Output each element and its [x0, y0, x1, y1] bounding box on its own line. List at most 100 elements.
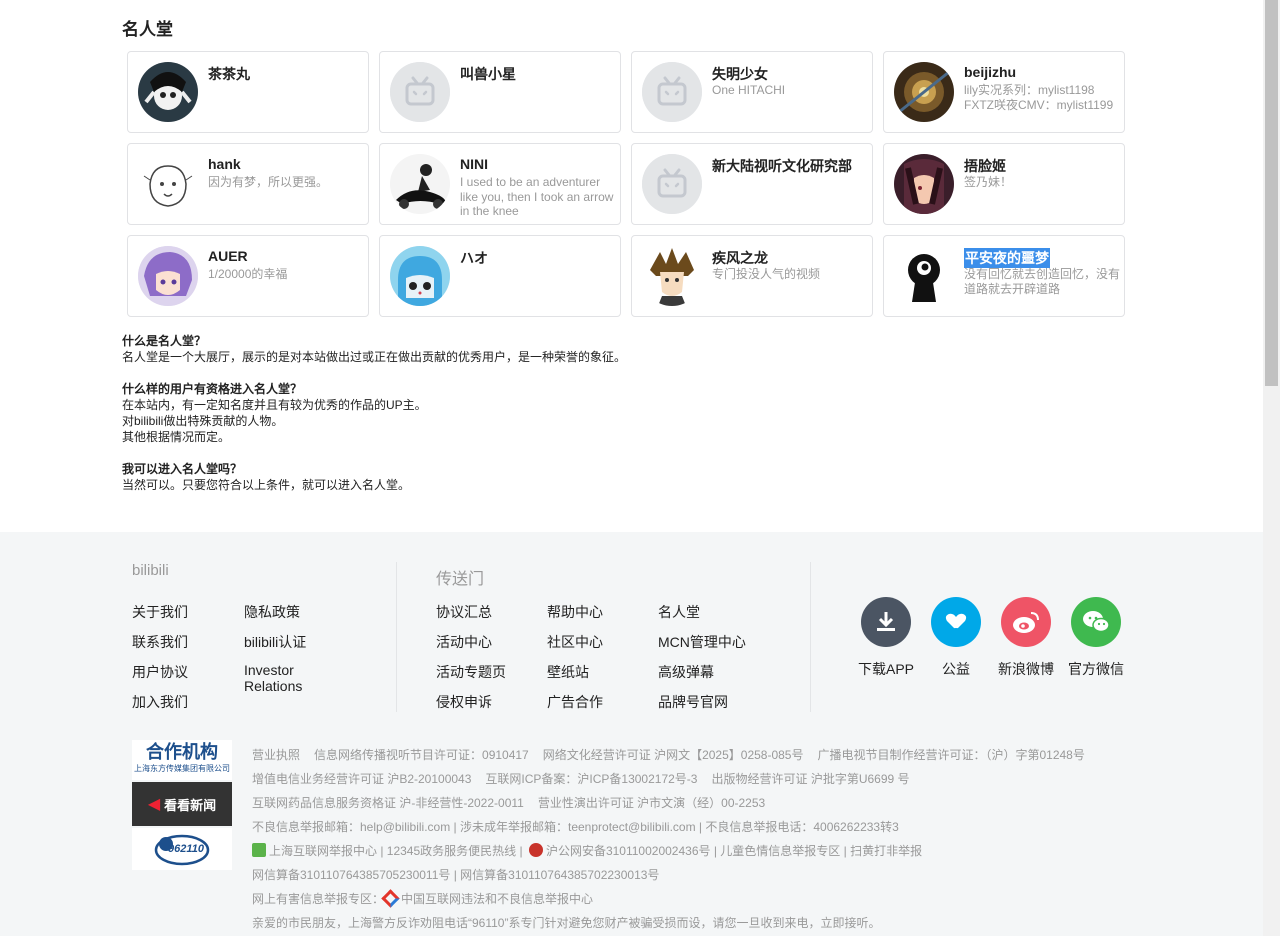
member-name[interactable]: hank — [208, 156, 241, 172]
footer-link-investor[interactable]: Investor Relations — [244, 662, 324, 694]
member-name[interactable]: NINI — [460, 156, 488, 172]
faq-item: 我可以进入名人堂吗？ 当然可以。只要您符合以上条件，就可以进入名人堂。 — [122, 461, 626, 493]
avatar[interactable] — [390, 154, 450, 214]
license-row: 不良信息举报邮箱：help@bilibili.com | 涉未成年举报邮箱：te… — [252, 818, 899, 835]
footer-link-agreement[interactable]: 用户协议 — [132, 664, 188, 680]
member-name[interactable]: 失明少女 — [712, 64, 768, 84]
page-title: 名人堂 — [122, 20, 173, 39]
footer-link[interactable]: 社区中心 — [547, 634, 603, 650]
license-item: 网络文化经营许可证 沪网文【2025】0258-085号 — [542, 748, 804, 762]
member-name[interactable]: 新大陆视听文化研究部 — [712, 156, 852, 176]
member-desc: lily实况系列：mylist1198 FXTZ咲夜CMV：mylist1199 — [964, 83, 1114, 112]
avatar[interactable] — [894, 246, 954, 306]
license-business[interactable]: 营业执照 — [252, 748, 300, 762]
member-name[interactable]: 茶茶丸 — [208, 64, 250, 84]
member-name[interactable]: AUER — [208, 248, 248, 264]
faq-answer: 当然可以。只要您符合以上条件，就可以进入名人堂。 — [122, 478, 411, 492]
avatar[interactable] — [138, 62, 198, 122]
member-desc: 因为有梦，所以更强。 — [208, 175, 329, 189]
footer-link[interactable]: 壁纸站 — [547, 664, 589, 680]
member-name[interactable]: 捂脸姬 — [964, 156, 1006, 176]
police-emblem-icon — [528, 843, 543, 857]
page-scrollbar[interactable] — [1263, 0, 1280, 936]
faq-answer: 在本站内，有一定知名度并且有较为优秀的作品的UP主。 — [122, 398, 427, 412]
weibo-icon — [1001, 597, 1051, 647]
member-name[interactable]: 疾风之龙 — [712, 248, 768, 268]
member-desc: 专门投没人气的视频 — [712, 267, 821, 281]
default-tv-avatar-icon[interactable] — [642, 62, 702, 122]
member-card[interactable]: 平安夜的噩梦 没有回忆就去创造回忆，没有道路就去开辟道路 — [883, 235, 1125, 317]
faq-item: 什么是名人堂？ 名人堂是一个大展厅，展示的是对本站做出过或正在做出贡献的优秀用户… — [122, 333, 626, 365]
license-row: 网上有害信息举报专区： 中国互联网违法和不良信息举报中心 — [252, 889, 593, 908]
footer-divider — [810, 562, 811, 712]
scrollbar-thumb[interactable] — [1265, 0, 1278, 386]
report-center-icon — [381, 889, 400, 908]
license-row: 上海互联网举报中心 | 12345政务服务便民热线 | 沪公网安备3101100… — [252, 842, 922, 859]
footer-link[interactable]: 名人堂 — [658, 604, 700, 620]
avatar[interactable] — [894, 154, 954, 214]
avatar[interactable] — [138, 154, 198, 214]
footer-link[interactable]: 高级弹幕 — [658, 664, 714, 680]
member-card[interactable]: 捂脸姬 签乃妹！ — [883, 143, 1125, 225]
footer-link-contact[interactable]: 联系我们 — [132, 634, 188, 650]
shanghai-report-icon — [252, 843, 266, 857]
footer-link[interactable]: 广告合作 — [547, 694, 603, 710]
footer-col-title: bilibili — [132, 562, 169, 579]
report-links[interactable]: 上海互联网举报中心 | 12345政务服务便民热线 | — [269, 844, 526, 858]
footer-link[interactable]: 活动专题页 — [436, 664, 506, 680]
license-row: 亲爱的市民朋友，上海警方反诈劝阻电话“96110”系专门针对避免您财产被骗受损而… — [252, 914, 880, 931]
faq-question: 我可以进入名人堂吗？ — [122, 462, 243, 476]
footer-link-privacy[interactable]: 隐私政策 — [244, 604, 300, 620]
footer-link-about[interactable]: 关于我们 — [132, 604, 188, 620]
anti-fraud-notice: 亲爱的市民朋友，上海警方反诈劝阻电话“96110”系专门针对避免您财产被骗受损而… — [252, 916, 881, 930]
partner-logos: 合作机构 上海东方传媒集团有限公司 ◀ 看看新闻 962110 — [132, 740, 232, 870]
wechat-button[interactable]: 官方微信 — [1060, 597, 1132, 679]
default-tv-avatar-icon[interactable] — [390, 62, 450, 122]
license-item: 营业性演出许可证 沪市文演（经）00-2253 — [537, 796, 766, 810]
social-label: 公益 — [942, 661, 970, 677]
partner-logo-kankan[interactable]: ◀ 看看新闻 — [132, 782, 232, 826]
member-card[interactable]: NINI I used to be an adventurer like you… — [379, 143, 621, 225]
partner-logo-police[interactable]: 962110 — [132, 828, 232, 870]
partner-subtitle: 上海东方传媒集团有限公司 — [134, 764, 230, 773]
member-card[interactable]: 失明少女 One HITACHI — [631, 51, 873, 133]
member-card[interactable]: 疾风之龙 专门投没人气的视频 — [631, 235, 873, 317]
avatar[interactable] — [138, 246, 198, 306]
license-icp[interactable]: 互联网ICP备案：沪ICP备13002172号-3 — [485, 772, 697, 786]
kankan-logo-icon: ◀ — [147, 796, 161, 813]
member-card[interactable]: 新大陆视听文化研究部 — [631, 143, 873, 225]
faq-item: 什么样的用户有资格进入名人堂？ 在本站内，有一定知名度并且有较为优秀的作品的UP… — [122, 381, 626, 445]
charity-button[interactable]: 公益 — [920, 597, 992, 679]
member-name[interactable]: 叫兽小星 — [460, 64, 516, 84]
footer-col-title: 传送门 — [436, 571, 485, 588]
member-name[interactable]: beijizhu — [964, 64, 1016, 80]
footer-link-join[interactable]: 加入我们 — [132, 694, 188, 710]
member-card[interactable]: 茶茶丸 — [127, 51, 369, 133]
avatar[interactable] — [390, 246, 450, 306]
default-tv-avatar-icon[interactable] — [642, 154, 702, 214]
weibo-button[interactable]: 新浪微博 — [990, 597, 1062, 679]
member-name[interactable]: 平安夜的噩梦 — [964, 248, 1050, 268]
partner-logo-smg[interactable]: 合作机构 上海东方传媒集团有限公司 — [132, 740, 232, 780]
footer-link[interactable]: 协议汇总 — [436, 604, 492, 620]
license-row: 网信算备310110764385705230011号 | 网信算备3101107… — [252, 866, 659, 883]
member-card[interactable]: 叫兽小星 — [379, 51, 621, 133]
avatar[interactable] — [642, 246, 702, 306]
member-card[interactable]: ハオ — [379, 235, 621, 317]
footer-link[interactable]: 帮助中心 — [547, 604, 603, 620]
police-record[interactable]: 沪公网安备31011002002436号 | 儿童色情信息举报专区 | 扫黄打非… — [546, 844, 922, 858]
footer-link[interactable]: 活动中心 — [436, 634, 492, 650]
member-name[interactable]: ハオ — [460, 248, 488, 268]
license-item: 互联网药品信息服务资格证 沪-非经营性-2022-0011 — [252, 796, 524, 810]
footer-link[interactable]: 品牌号官网 — [658, 694, 728, 710]
footer-link-certify[interactable]: bilibili认证 — [244, 634, 306, 650]
member-card[interactable]: hank 因为有梦，所以更强。 — [127, 143, 369, 225]
footer-link[interactable]: MCN管理中心 — [658, 634, 746, 650]
download-app-button[interactable]: 下载APP — [850, 597, 922, 679]
footer-link[interactable]: 侵权申诉 — [436, 694, 492, 710]
member-card[interactable]: AUER 1/20000的幸福 — [127, 235, 369, 317]
report-center-link[interactable]: 中国互联网违法和不良信息举报中心 — [401, 892, 593, 906]
avatar[interactable] — [894, 62, 954, 122]
social-label: 新浪微博 — [998, 661, 1054, 677]
member-card[interactable]: beijizhu lily实况系列：mylist1198 FXTZ咲夜CMV：m… — [883, 51, 1125, 133]
